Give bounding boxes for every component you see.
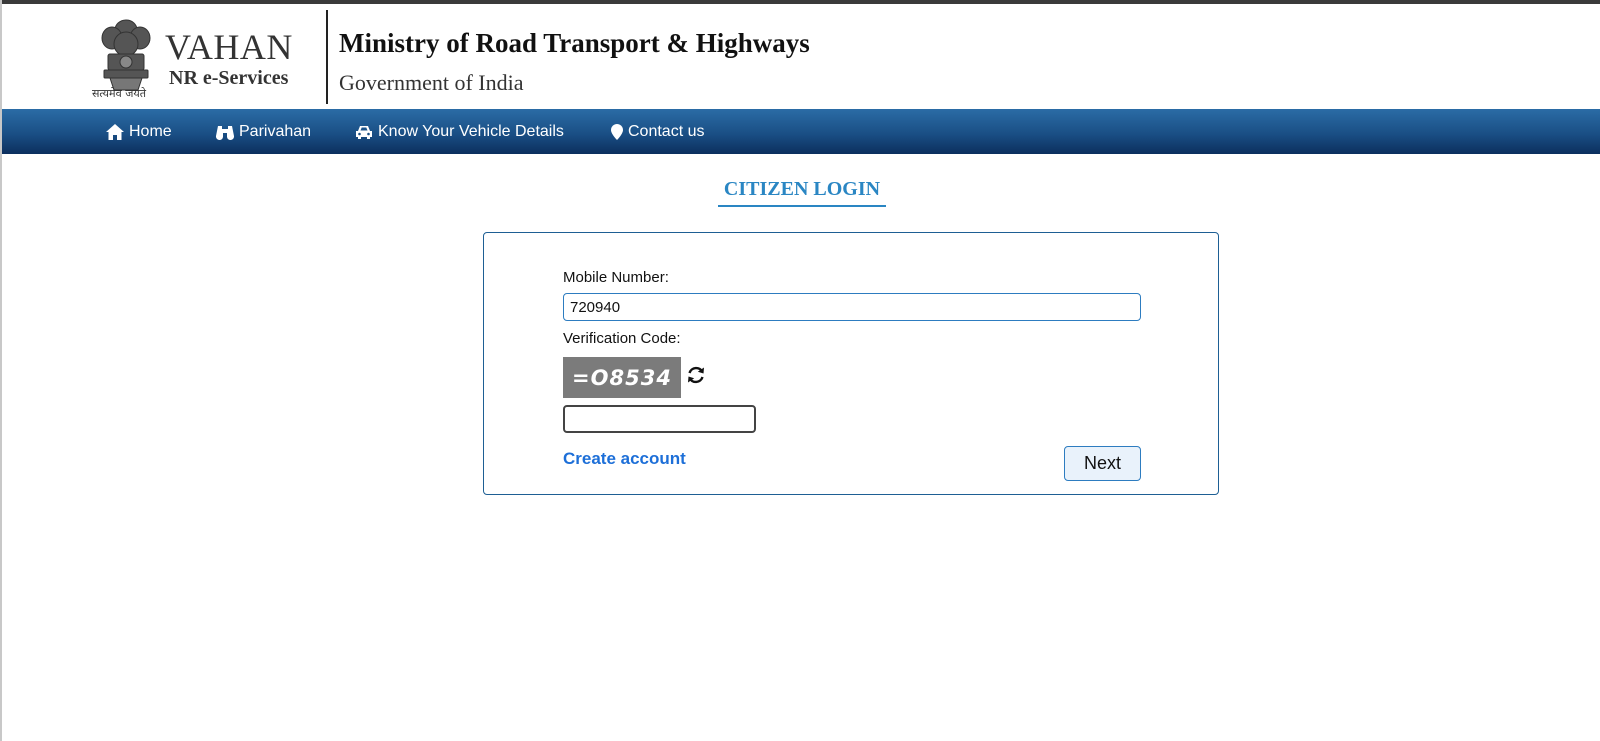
nav-contact-us[interactable]: Contact us (610, 109, 704, 154)
page-title: CITIZEN LOGIN (2, 178, 1600, 207)
ministry-title: Ministry of Road Transport & Highways (339, 28, 810, 58)
nav-home-label: Home (129, 122, 172, 140)
mobile-number-input[interactable] (563, 293, 1141, 321)
mobile-number-label: Mobile Number: (563, 269, 669, 286)
map-marker-icon (611, 123, 623, 140)
citizen-login-title: CITIZEN LOGIN (717, 178, 887, 207)
home-icon (106, 123, 124, 140)
nav-parivahan-label: Parivahan (239, 122, 312, 140)
header-divider (326, 10, 328, 104)
emblem-motto: सत्यमेव जयते (92, 87, 147, 100)
main-nav: Home Parivahan Know Your Vehicle Details… (2, 109, 1600, 154)
login-card: Mobile Number: Verification Code: =O8534… (483, 232, 1219, 495)
refresh-captcha-icon[interactable] (685, 364, 707, 386)
site-header: सत्यमेव जयते VAHAN NR e-Services Ministr… (2, 4, 1600, 109)
binoculars-icon (215, 125, 235, 140)
government-title: Government of India (339, 70, 524, 95)
nav-home[interactable]: Home (105, 109, 172, 154)
nav-parivahan[interactable]: Parivahan (215, 109, 311, 154)
captcha-image: =O8534 (563, 357, 681, 398)
verification-code-label: Verification Code: (563, 330, 681, 347)
verification-code-input[interactable] (563, 405, 756, 433)
nav-know-your-vehicle-label: Know Your Vehicle Details (378, 122, 564, 140)
create-account-link[interactable]: Create account (563, 449, 686, 469)
brand-subtitle: NR e-Services (169, 67, 289, 89)
nav-contact-us-label: Contact us (628, 122, 705, 140)
car-icon (356, 125, 372, 139)
nav-know-your-vehicle[interactable]: Know Your Vehicle Details (354, 109, 564, 154)
next-button[interactable]: Next (1064, 446, 1141, 481)
brand-title: VAHAN (165, 27, 293, 67)
